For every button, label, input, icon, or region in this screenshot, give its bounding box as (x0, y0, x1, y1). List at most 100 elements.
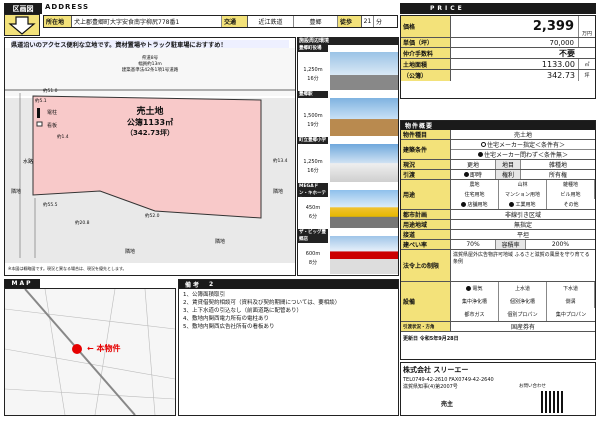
area-sqm: 1133.00 (451, 59, 579, 69)
road-label: 接道 (401, 230, 451, 239)
nearby-name: 町立豊郷小学校 (298, 137, 328, 150)
fee-label: 仲介手数料 (401, 48, 451, 58)
remarks-panel: 備考 2 1、公簿面積取引 2、賃貸借契約相談可（資料及び契約期間については、要相… (178, 279, 399, 416)
company-name: 株式会社 スリーエー (403, 366, 469, 374)
region-label: 区画図 (4, 3, 42, 14)
transfer-label: 引渡状況・方角 (401, 322, 451, 331)
qr-code-icon[interactable] (541, 391, 563, 413)
survey-map: 県道沿いのアクセス便利な立地です。資材置場やトラック駐車場におすすめ！ 県道8号… (4, 37, 296, 276)
nearby-dist: 600m (305, 251, 321, 257)
yoto-label: 用途地域 (401, 220, 451, 229)
chimoku-value: 雑種地 (548, 162, 567, 169)
price-label: 価格 (401, 16, 451, 37)
fee-value: 不要 (559, 48, 575, 58)
tsubo-price-label: 単価（坪） (401, 38, 451, 47)
mega-donki-photo (330, 190, 398, 228)
side-road-label: 水路 (23, 159, 34, 165)
railway-value: 近江鉄道 (248, 16, 294, 27)
address-row: 所在地 犬上郡豊郷町大字安食南字柳尻778番1 交通 近江鉄道 豊郷 徒歩 21… (43, 15, 398, 28)
zone-item: 雑種地 (547, 180, 595, 190)
price-panel: 価格 2,399 万円 単価（坪） 70,000 仲介手数料 不要 土地面積 1… (400, 15, 596, 99)
price-unit: 万円 (581, 31, 592, 37)
land-title: 売土地 (136, 107, 164, 117)
overview-title: 物件概要 (401, 121, 595, 130)
ken-label: 建ぺい率 (401, 240, 451, 249)
neighbor-bottom-right: 隣地 (215, 239, 226, 245)
area-map: ← 本物件 (4, 288, 176, 416)
dim-5: 約55.5 (43, 203, 58, 208)
equip-item: 側溝 (547, 295, 595, 308)
address-label: ADDRESS (45, 3, 89, 11)
property-marker-label: ← 本物件 (87, 344, 121, 353)
dim-7: 約1.4 (57, 135, 69, 140)
nearby-name: MEGAドン・キホーテ豊郷店 (298, 183, 328, 203)
land-tsubo: （342.73坪） (125, 129, 174, 137)
area-unit: ㎡ (584, 61, 590, 68)
nearby-item: 豊郷駅 1,500m 19分 (298, 91, 398, 137)
nearby-name: 豊郷町役場 (298, 45, 328, 52)
down-arrow-icon (4, 14, 40, 36)
remarks-label: 備考 2 (179, 280, 398, 289)
type-value: 売土地 (513, 132, 532, 139)
chimoku-label: 地目 (496, 160, 521, 169)
dim-4: 約20.8 (75, 221, 90, 226)
nearby-item: MEGAドン・キホーテ豊郷店 450m 6分 (298, 183, 398, 229)
nearby-item: ザ・ビッグ豊郷店 600m 8分 (298, 229, 398, 275)
area-note: （公簿） (401, 70, 451, 81)
land-area: 公簿1133㎡ (126, 118, 174, 127)
zone-item: その他 (563, 201, 579, 208)
zone-item: 農地 (451, 180, 499, 190)
area-tsubo: 342.73 (451, 70, 579, 81)
location-value: 犬上郡豊郷町大字安食南字柳尻778番1 (72, 16, 222, 27)
nearby-walk: 19分 (307, 122, 319, 128)
yoseki-value: 200% (551, 241, 570, 248)
rec-value: 非線引き区域 (504, 212, 541, 219)
zone-label: 用途 (401, 180, 451, 209)
neighbor-left: 隣地 (11, 189, 22, 195)
nearby-dist: 1,500m (303, 113, 323, 119)
sign-marker (36, 121, 43, 127)
remark-item: 1、公簿面積取引 (183, 292, 225, 298)
zone-item: 工業用地 (499, 199, 547, 209)
price-header: PRICE (400, 3, 596, 14)
dim-2: 約52.0 (145, 214, 160, 219)
nearby-walk: 16分 (307, 76, 319, 82)
nearby-walk: 8分 (308, 260, 318, 266)
dim-3: 約13.4 (273, 159, 288, 164)
location-label: 所在地 (44, 16, 72, 27)
remark-item: 5、敷地内関西広告社所有の看板あり (183, 324, 275, 330)
company-footer: 株式会社 スリーエー TEL0749-42-2610 FAX0749-42-26… (400, 362, 596, 416)
station-photo (330, 98, 398, 136)
school-photo (330, 144, 398, 182)
pole-marker (37, 108, 40, 118)
nearby-walk: 16分 (307, 168, 319, 174)
zone-item: 山林 (499, 180, 547, 190)
nearby-item: 町立豊郷小学校 1,250m 16分 (298, 137, 398, 183)
license: 滋賀県知事(4)第2007号 (403, 384, 458, 390)
equip-item: 集中プロパン (555, 312, 587, 318)
map-footnote: ※本図は概略図です。現況と異なる場合は、現況を優先とします。 (8, 266, 127, 271)
overview-panel: 物件概要 物件種目 売土地 建築条件 住宅メーカー指定＜条件有＞ 住宅メーカー問わ… (400, 120, 596, 360)
remark-item: 2、賃貸借契約相談可（資料及び契約期間については、要相談） (183, 300, 341, 306)
nearby-dist: 1,250m (303, 159, 323, 165)
transport-label: 交通 (222, 16, 248, 27)
handover-value: 即時 (451, 170, 496, 179)
walk-value: 21 (362, 16, 374, 27)
yoto-value: 無指定 (513, 222, 532, 229)
map-label: MAP (4, 279, 40, 288)
updated-date: 更新日 令和5年9月28日 (403, 336, 459, 342)
dim-6: 約5.1 (35, 99, 47, 104)
handover-label: 引渡 (401, 170, 451, 179)
contact-label: お問い合わせ (519, 384, 546, 389)
neighbor-right: 隣地 (273, 189, 284, 195)
nearby-name: 豊郷駅 (298, 91, 328, 98)
equip-item: 電気 (451, 282, 499, 295)
status-value: 更地 (451, 160, 496, 169)
owner-label: 権利 (496, 170, 521, 179)
sign-label: 看板 (47, 123, 58, 129)
station-value: 豊郷 (294, 16, 338, 27)
town-hall-photo (330, 52, 398, 90)
neighbor-bottom: 隣地 (125, 249, 136, 255)
zone-item: ビル用地 (547, 189, 595, 200)
equip-item: 下水道 (547, 282, 595, 295)
